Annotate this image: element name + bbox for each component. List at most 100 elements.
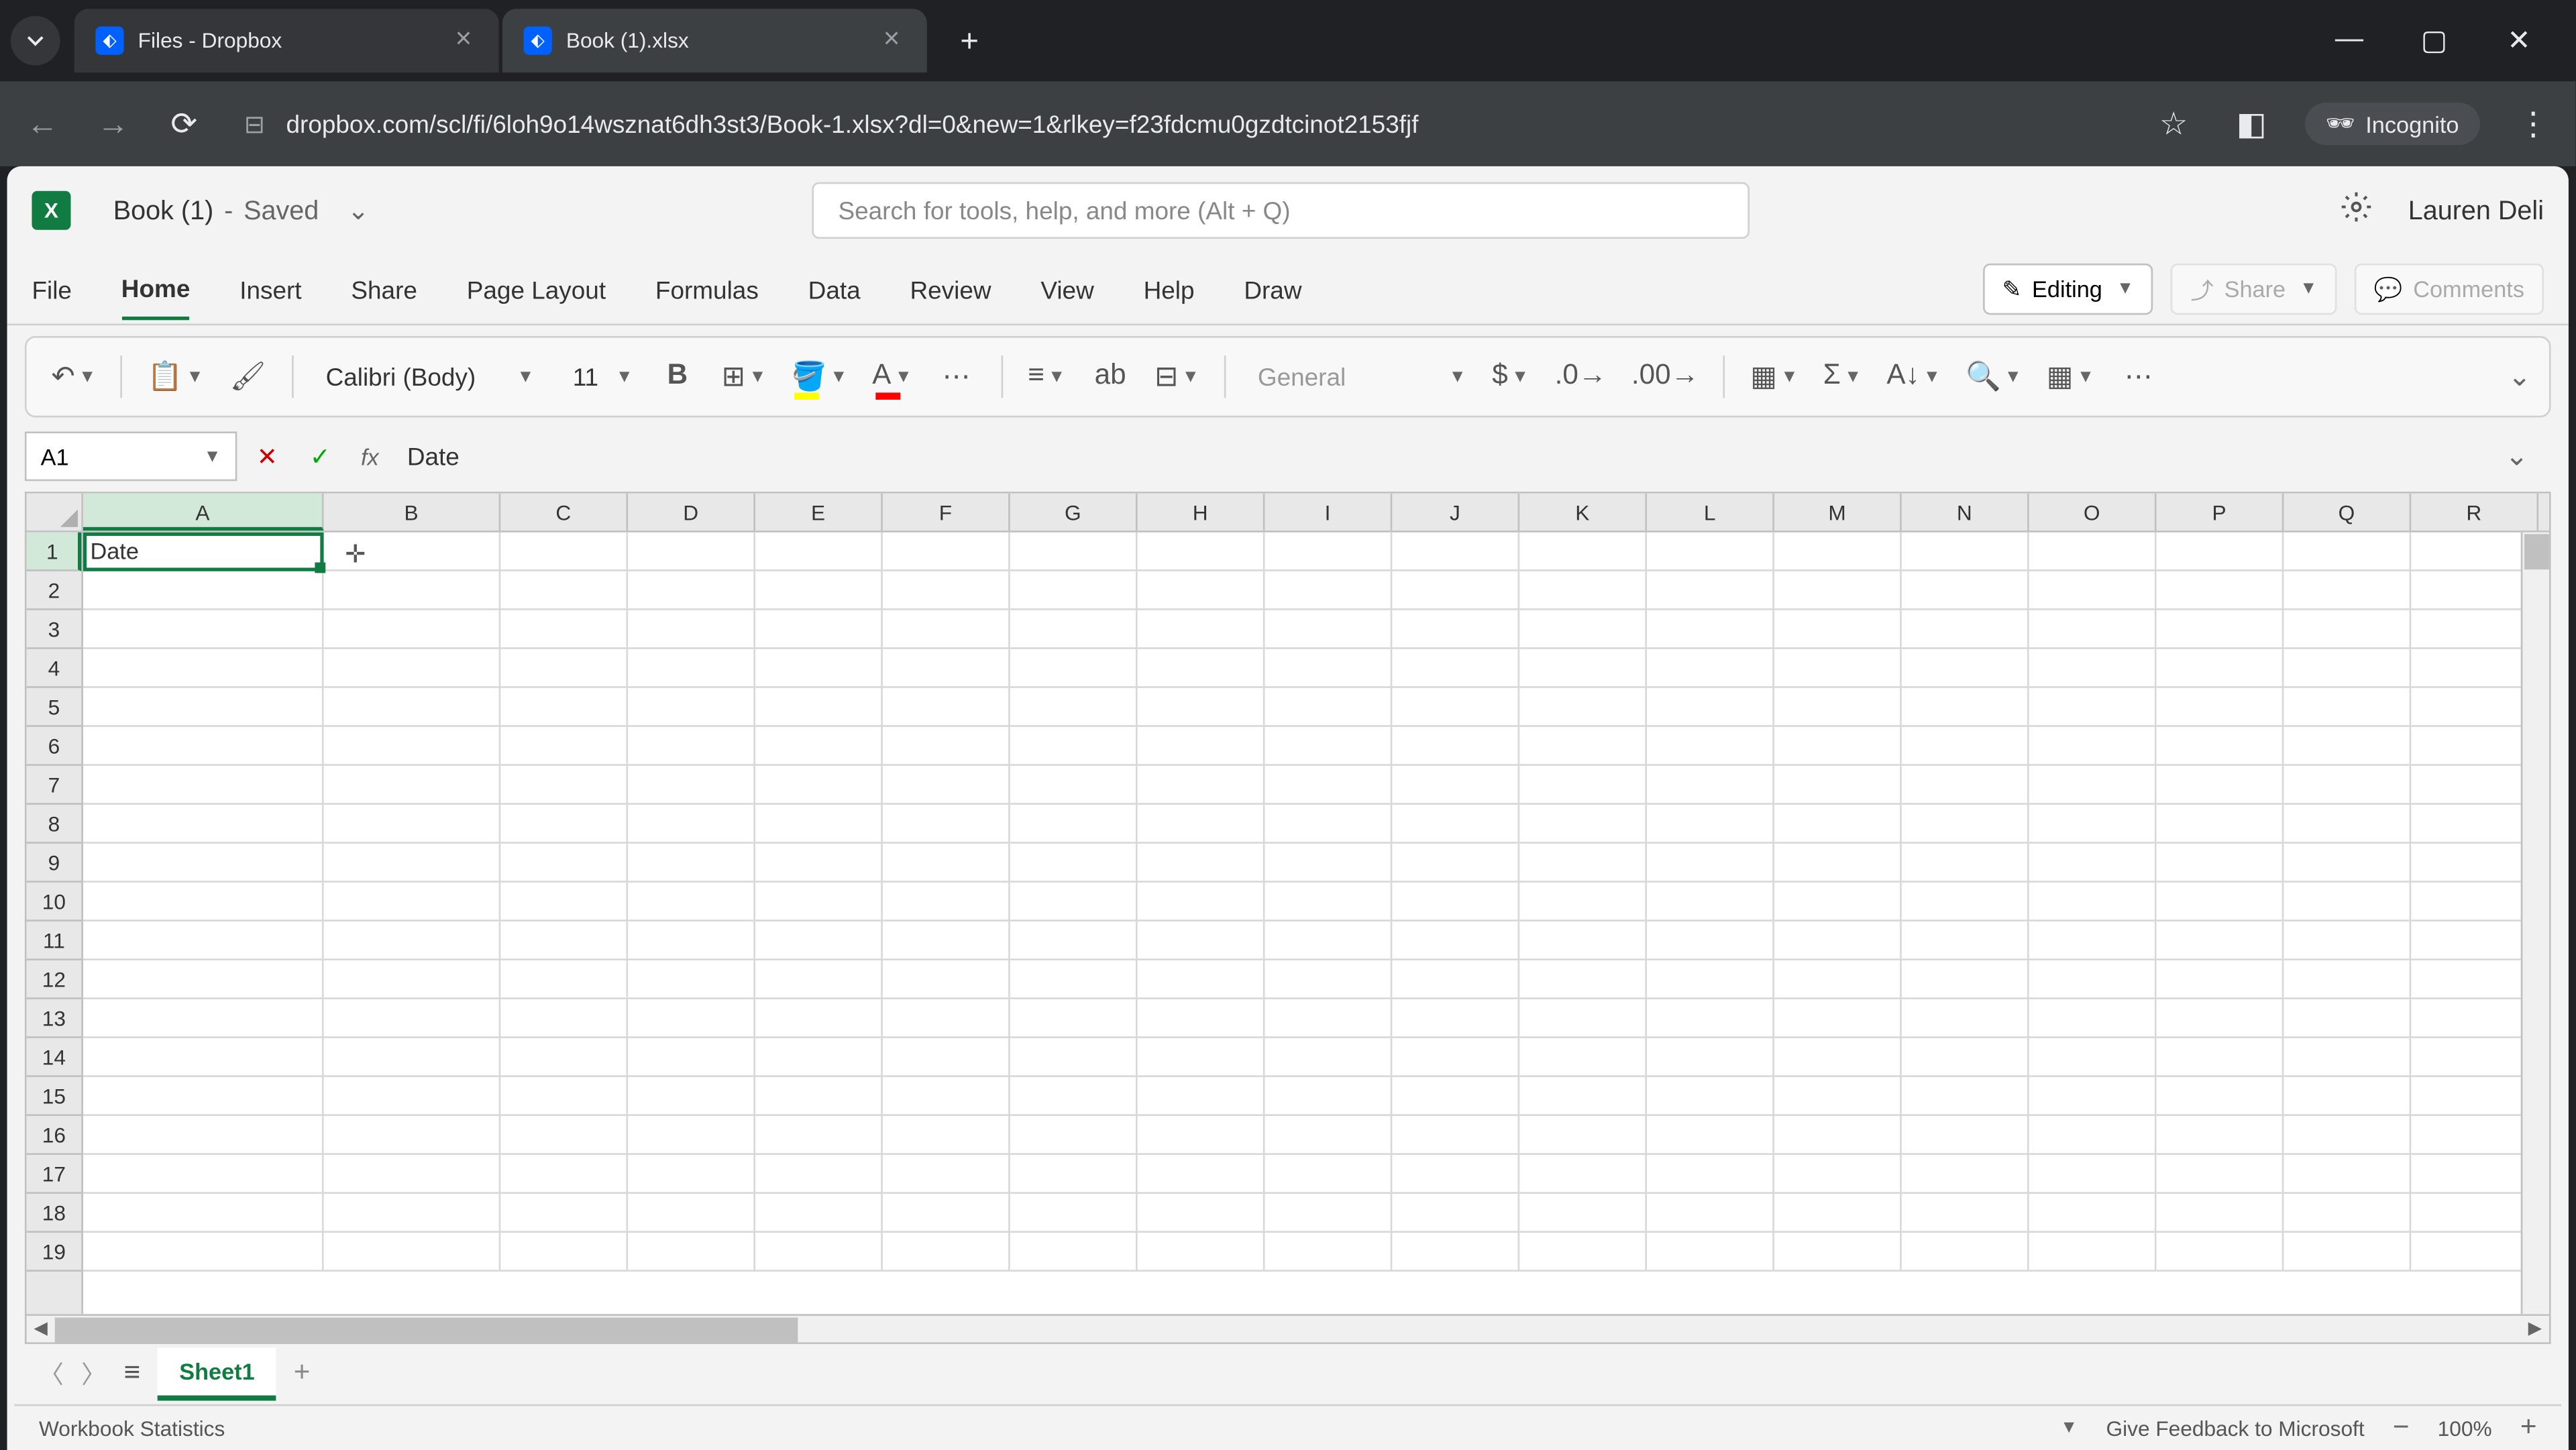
workbook-statistics[interactable]: Workbook Statistics — [39, 1416, 225, 1441]
cell[interactable] — [755, 883, 883, 922]
ribbon-tab-insert[interactable]: Insert — [239, 261, 301, 317]
close-window-button[interactable]: ✕ — [2494, 16, 2544, 66]
cell[interactable] — [2284, 766, 2411, 805]
sort-filter-button[interactable]: A↓▼ — [1880, 350, 1948, 403]
cell[interactable] — [1902, 688, 2029, 727]
cell[interactable] — [883, 1116, 1010, 1155]
column-header-m[interactable]: M — [1774, 494, 1902, 531]
cell[interactable] — [2157, 1116, 2284, 1155]
cell[interactable] — [1902, 1116, 2029, 1155]
name-box[interactable]: A1 ▼ — [25, 431, 237, 481]
cell[interactable] — [500, 533, 628, 571]
cell[interactable] — [883, 1155, 1010, 1194]
row-header-1[interactable]: 1 — [27, 533, 82, 571]
cell[interactable] — [83, 1116, 324, 1155]
cell[interactable] — [628, 960, 755, 999]
cell[interactable] — [83, 922, 324, 960]
autosum-button[interactable]: Σ▼ — [1816, 350, 1869, 403]
column-header-g[interactable]: G — [1010, 494, 1138, 531]
cell[interactable] — [324, 1194, 501, 1233]
column-header-d[interactable]: D — [628, 494, 755, 531]
cell[interactable] — [83, 805, 324, 844]
cell[interactable] — [83, 727, 324, 766]
cell[interactable] — [628, 1077, 755, 1116]
cell[interactable] — [1647, 1155, 1774, 1194]
cell[interactable] — [1392, 766, 1519, 805]
cell[interactable] — [83, 1233, 324, 1272]
status-dropdown[interactable]: ▼ — [2060, 1418, 2078, 1438]
cell[interactable] — [883, 533, 1010, 571]
cell[interactable] — [1392, 805, 1519, 844]
cell[interactable] — [1902, 960, 2029, 999]
cell[interactable] — [1774, 1233, 1902, 1272]
cell[interactable] — [2029, 1116, 2157, 1155]
more-font-button[interactable]: ⋯ — [930, 350, 983, 403]
cell[interactable] — [2157, 649, 2284, 688]
cell[interactable] — [1138, 727, 1265, 766]
number-format-select[interactable]: General▼ — [1244, 350, 1474, 403]
cell[interactable] — [324, 571, 501, 610]
cell[interactable] — [755, 533, 883, 571]
row-header-18[interactable]: 18 — [27, 1194, 82, 1233]
cell[interactable] — [1138, 844, 1265, 883]
cell[interactable] — [324, 805, 501, 844]
cell[interactable] — [1392, 922, 1519, 960]
format-table-button[interactable]: ▦▼ — [2039, 350, 2101, 403]
cells-area[interactable]: Date ✛ — [83, 533, 2549, 1315]
close-tab-button[interactable]: × — [877, 27, 906, 55]
row-header-6[interactable]: 6 — [27, 727, 82, 766]
row-header-19[interactable]: 19 — [27, 1233, 82, 1272]
cell[interactable] — [2029, 844, 2157, 883]
prev-sheet-button[interactable]: 〈 — [39, 1357, 64, 1392]
cell[interactable] — [324, 688, 501, 727]
cell[interactable] — [1647, 1038, 1774, 1077]
column-header-f[interactable]: F — [883, 494, 1010, 531]
cell[interactable] — [1519, 1194, 1647, 1233]
cell[interactable] — [2157, 571, 2284, 610]
cell[interactable] — [1647, 1077, 1774, 1116]
cell[interactable] — [755, 1233, 883, 1272]
cell[interactable] — [1265, 999, 1392, 1038]
cell[interactable] — [2411, 766, 2538, 805]
cell[interactable] — [1902, 1233, 2029, 1272]
format-painter-button[interactable]: 🖌 — [221, 350, 274, 403]
cell[interactable] — [2029, 533, 2157, 571]
cell[interactable] — [1519, 1038, 1647, 1077]
cell[interactable] — [2029, 1233, 2157, 1272]
fx-icon[interactable]: fx — [361, 443, 379, 470]
cell[interactable] — [324, 922, 501, 960]
cell[interactable] — [2029, 960, 2157, 999]
cell[interactable] — [1647, 999, 1774, 1038]
cell[interactable] — [1774, 1194, 1902, 1233]
cell[interactable] — [1647, 844, 1774, 883]
cell[interactable] — [1392, 571, 1519, 610]
find-button[interactable]: 🔍▼ — [1958, 350, 2029, 403]
cell[interactable] — [500, 922, 628, 960]
cell[interactable] — [2157, 688, 2284, 727]
search-input[interactable]: Search for tools, help, and more (Alt + … — [812, 182, 1750, 239]
fill-color-button[interactable]: 🪣▼ — [784, 350, 855, 403]
cell[interactable] — [2411, 727, 2538, 766]
cell[interactable] — [324, 1155, 501, 1194]
cell[interactable] — [2411, 1233, 2538, 1272]
cell[interactable] — [1392, 1194, 1519, 1233]
cell[interactable] — [1774, 883, 1902, 922]
cell[interactable] — [1647, 960, 1774, 999]
cell[interactable] — [1647, 1233, 1774, 1272]
enter-edit-button[interactable]: ✓ — [297, 433, 343, 480]
cell[interactable] — [2284, 1194, 2411, 1233]
cell[interactable] — [1265, 1038, 1392, 1077]
cell[interactable] — [1392, 688, 1519, 727]
side-panel-button[interactable]: ◧ — [2226, 99, 2276, 149]
cell[interactable] — [500, 571, 628, 610]
cell[interactable] — [500, 766, 628, 805]
row-header-5[interactable]: 5 — [27, 688, 82, 727]
title-dropdown-icon[interactable]: ⌄ — [347, 194, 370, 226]
cell[interactable] — [1010, 688, 1138, 727]
column-header-a[interactable]: A — [83, 494, 324, 531]
cell[interactable] — [1902, 1077, 2029, 1116]
cell[interactable] — [1774, 649, 1902, 688]
cell[interactable] — [1774, 610, 1902, 649]
cell[interactable] — [83, 1038, 324, 1077]
cell[interactable] — [83, 1077, 324, 1116]
